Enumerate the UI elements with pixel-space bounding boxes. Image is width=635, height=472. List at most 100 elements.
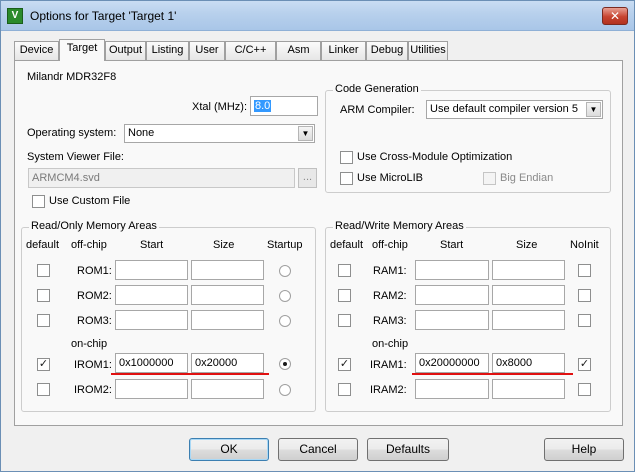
ram3-default-checkbox[interactable] (338, 314, 351, 327)
ram1-noinit-checkbox[interactable] (578, 264, 591, 277)
ro-header-startup: Startup (267, 239, 303, 251)
code-generation-title: Code Generation (333, 83, 421, 95)
iram1-highlight-underline (412, 373, 573, 375)
xtal-input[interactable]: 8.0 (250, 96, 318, 116)
rw-onchip-label: on-chip (372, 338, 409, 350)
arm-compiler-value: Use default compiler version 5 (430, 103, 578, 115)
ram1-start-input[interactable] (415, 260, 489, 280)
irom2-start-input[interactable] (115, 379, 188, 399)
tab-listing[interactable]: Listing (146, 41, 189, 60)
chevron-down-icon[interactable]: ▼ (298, 126, 313, 141)
iram2-size-input[interactable] (492, 379, 565, 399)
cancel-button[interactable]: Cancel (278, 438, 358, 461)
rom3-startup-radio[interactable] (279, 315, 291, 327)
ram2-size-input[interactable] (492, 285, 565, 305)
irom2-size-input[interactable] (191, 379, 264, 399)
chevron-down-icon[interactable]: ▼ (586, 102, 601, 117)
iram2-default-checkbox[interactable] (338, 383, 351, 396)
iram2-label: IRAM2: (370, 384, 407, 396)
arm-compiler-select[interactable]: Use default compiler version 5 ▼ (426, 100, 603, 119)
ram3-start-input[interactable] (415, 310, 489, 330)
ram2-start-input[interactable] (415, 285, 489, 305)
rw-header-default: default (330, 239, 364, 251)
rom3-start-input[interactable] (115, 310, 188, 330)
iram1-size-input[interactable]: 0x8000 (492, 353, 565, 373)
tab-cpp[interactable]: C/C++ (225, 41, 276, 60)
ro-onchip-label: on-chip (71, 338, 108, 350)
rom1-start-input[interactable] (115, 260, 188, 280)
ro-header-size: Size (213, 239, 235, 251)
ram2-default-checkbox[interactable] (338, 289, 351, 302)
ro-memory-group: Read/Only Memory Areas default off-chip … (21, 220, 316, 412)
os-label: Operating system: (27, 127, 117, 139)
irom1-start-input[interactable]: 0x1000000 (115, 353, 188, 373)
big-endian-label: Big Endian (500, 172, 554, 184)
irom2-default-checkbox[interactable] (37, 383, 50, 396)
tab-asm[interactable]: Asm (276, 41, 321, 60)
svd-input[interactable]: ARMCM4.svd (28, 168, 295, 188)
tab-output[interactable]: Output (105, 41, 146, 60)
ok-button[interactable]: OK (189, 438, 269, 461)
tab-linker[interactable]: Linker (321, 41, 366, 60)
rom3-size-input[interactable] (191, 310, 264, 330)
ram2-label: RAM2: (373, 290, 407, 302)
rom2-start-input[interactable] (115, 285, 188, 305)
irom1-default-checkbox[interactable]: ✓ (37, 358, 50, 371)
rom2-label: ROM2: (77, 290, 112, 302)
big-endian-checkbox[interactable] (483, 172, 496, 185)
rom2-startup-radio[interactable] (279, 290, 291, 302)
ro-memory-title: Read/Only Memory Areas (29, 220, 159, 232)
irom1-size-input[interactable]: 0x20000 (191, 353, 264, 373)
iram2-start-input[interactable] (415, 379, 489, 399)
close-button[interactable]: ✕ (602, 7, 628, 25)
rom3-default-checkbox[interactable] (37, 314, 50, 327)
title-bar[interactable]: V Options for Target 'Target 1' ✕ (1, 1, 634, 31)
ram1-label: RAM1: (373, 265, 407, 277)
defaults-button[interactable]: Defaults (367, 438, 449, 461)
irom1-startup-radio[interactable] (279, 358, 291, 370)
rom1-startup-radio[interactable] (279, 265, 291, 277)
rw-header-size: Size (516, 239, 538, 251)
rom2-default-checkbox[interactable] (37, 289, 50, 302)
use-custom-file-checkbox[interactable] (32, 195, 45, 208)
os-select[interactable]: None ▼ (124, 124, 315, 143)
cross-module-checkbox[interactable] (340, 151, 353, 164)
tab-target[interactable]: Target (59, 39, 105, 61)
iram1-noinit-checkbox[interactable]: ✓ (578, 358, 591, 371)
tab-device[interactable]: Device (14, 41, 59, 60)
microlib-label: Use MicroLIB (357, 172, 424, 184)
rom1-label: ROM1: (77, 265, 112, 277)
target-panel: Milandr MDR32F8 Xtal (MHz): 8.0 Operatin… (14, 60, 623, 426)
rom1-default-checkbox[interactable] (37, 264, 50, 277)
use-custom-file-label: Use Custom File (49, 195, 131, 207)
iram1-default-checkbox[interactable]: ✓ (338, 358, 351, 371)
ram3-noinit-checkbox[interactable] (578, 314, 591, 327)
rom2-size-input[interactable] (191, 285, 264, 305)
device-name: Milandr MDR32F8 (27, 71, 117, 83)
ram3-size-input[interactable] (492, 310, 565, 330)
ro-header-default: default (26, 239, 60, 251)
ram2-noinit-checkbox[interactable] (578, 289, 591, 302)
ram1-default-checkbox[interactable] (338, 264, 351, 277)
microlib-checkbox[interactable] (340, 172, 353, 185)
code-generation-group: Code Generation ARM Compiler: Use defaul… (325, 83, 611, 193)
rw-memory-title: Read/Write Memory Areas (333, 220, 466, 232)
os-select-value: None (128, 127, 155, 139)
rw-memory-group: Read/Write Memory Areas default off-chip… (325, 220, 611, 412)
ram1-size-input[interactable] (492, 260, 565, 280)
arm-compiler-label: ARM Compiler: (340, 104, 415, 116)
rom1-size-input[interactable] (191, 260, 264, 280)
svd-browse-button[interactable]: ... (298, 168, 317, 188)
iram1-start-input[interactable]: 0x20000000 (415, 353, 489, 373)
tab-user[interactable]: User (189, 41, 225, 60)
irom2-startup-radio[interactable] (279, 384, 291, 396)
rw-header-offchip: off-chip (372, 239, 408, 251)
tab-utilities[interactable]: Utilities (408, 41, 448, 60)
tab-debug[interactable]: Debug (366, 41, 408, 60)
ro-header-start: Start (140, 239, 164, 251)
iram2-noinit-checkbox[interactable] (578, 383, 591, 396)
cross-module-label: Use Cross-Module Optimization (357, 151, 513, 163)
iram1-label: IRAM1: (370, 359, 407, 371)
help-button[interactable]: Help (544, 438, 624, 461)
irom2-label: IROM2: (74, 384, 112, 396)
